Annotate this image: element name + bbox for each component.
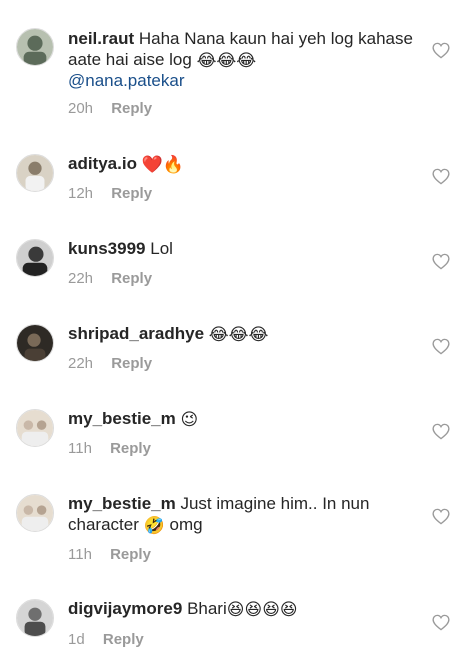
heart-outline-icon[interactable]	[432, 168, 450, 185]
comment-timestamp: 1d	[68, 631, 85, 648]
comment-username[interactable]: digvijaymore9	[68, 599, 182, 618]
avatar[interactable]	[16, 494, 54, 532]
comment-meta: 12h Reply	[68, 185, 152, 202]
reply-button[interactable]: Reply	[111, 100, 152, 117]
reply-button[interactable]: Reply	[111, 185, 152, 202]
comment-username[interactable]: shripad_aradhye	[68, 324, 204, 343]
reply-button[interactable]: Reply	[111, 270, 152, 287]
comment-username[interactable]: my_bestie_m	[68, 409, 176, 428]
heart-outline-icon[interactable]	[432, 614, 450, 631]
heart-outline-icon[interactable]	[432, 508, 450, 525]
comment-body: neil.raut Haha Nana kaun hai yeh log kah…	[68, 28, 426, 91]
avatar[interactable]	[16, 28, 54, 66]
comment-text-suffix: omg	[169, 515, 203, 534]
heart-outline-icon[interactable]	[432, 338, 450, 355]
avatar[interactable]	[16, 154, 54, 192]
comment-body: shripad_aradhye 😂😂😂	[68, 323, 426, 344]
avatar[interactable]	[16, 239, 54, 277]
comment-text: Lol	[150, 239, 173, 258]
comment-username[interactable]: neil.raut	[68, 29, 134, 48]
comment-meta: 22h Reply	[68, 355, 152, 372]
comment-body: digvijaymore9 Bhari😆😆😆😆	[68, 598, 426, 619]
comment-text: Bhari	[187, 599, 227, 618]
emoji-wink-icon: 😉	[180, 410, 199, 429]
mention-link[interactable]: @nana.patekar	[68, 71, 185, 90]
heart-outline-icon[interactable]	[432, 253, 450, 270]
emoji-laughing-icon: 😂😂😂	[196, 51, 257, 70]
avatar[interactable]	[16, 599, 54, 637]
reply-button[interactable]: Reply	[103, 631, 144, 648]
comment-body: my_bestie_m Just imagine him.. In nun ch…	[68, 493, 426, 535]
heart-outline-icon[interactable]	[432, 42, 450, 59]
comment-body: kuns3999 Lol	[68, 238, 426, 259]
comment-timestamp: 11h	[68, 440, 92, 457]
comment-meta: 20h Reply	[68, 100, 152, 117]
comment-body: my_bestie_m 😉	[68, 408, 426, 429]
emoji-heart-fire-icon: ❤️🔥	[141, 155, 185, 174]
emoji-laughing-icon: 😂😂😂	[208, 325, 269, 344]
comment-username[interactable]: aditya.io	[68, 154, 137, 173]
reply-button[interactable]: Reply	[110, 546, 151, 563]
avatar[interactable]	[16, 409, 54, 447]
comment-meta: 11h Reply	[68, 440, 151, 457]
comment-timestamp: 22h	[68, 270, 94, 287]
comment-timestamp: 20h	[68, 100, 94, 117]
comment-meta: 1d Reply	[68, 631, 144, 648]
reply-button[interactable]: Reply	[111, 355, 152, 372]
heart-outline-icon[interactable]	[432, 423, 450, 440]
emoji-rofl-icon: 🤣	[143, 516, 165, 535]
avatar[interactable]	[16, 324, 54, 362]
comment-body: aditya.io ❤️🔥	[68, 153, 426, 174]
comment-timestamp: 12h	[68, 185, 94, 202]
reply-button[interactable]: Reply	[110, 440, 151, 457]
emoji-grinning-squint-icon: 😆😆😆😆	[226, 600, 298, 619]
comment-meta: 11h Reply	[68, 546, 151, 563]
comment-meta: 22h Reply	[68, 270, 152, 287]
comment-timestamp: 11h	[68, 546, 92, 563]
comment-username[interactable]: my_bestie_m	[68, 494, 176, 513]
comment-timestamp: 22h	[68, 355, 94, 372]
comment-username[interactable]: kuns3999	[68, 239, 146, 258]
